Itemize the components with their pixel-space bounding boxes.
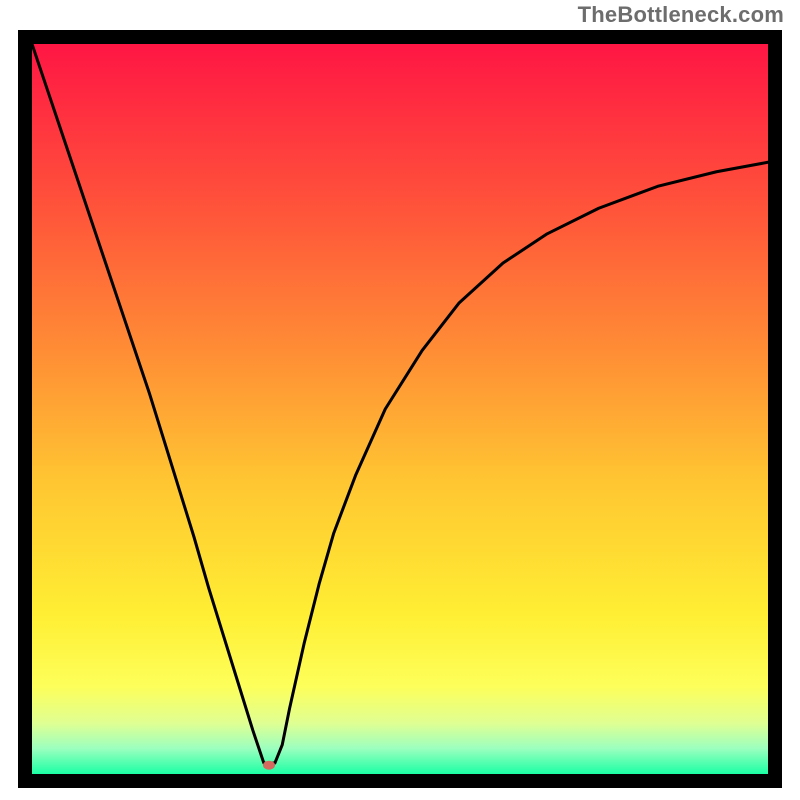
plot-inner <box>32 44 768 774</box>
plot-area <box>18 30 782 788</box>
optimal-point-marker <box>263 761 275 770</box>
watermark-text: TheBottleneck.com <box>578 2 784 28</box>
chart-svg <box>32 44 768 774</box>
chart-wrap: TheBottleneck.com <box>0 0 800 800</box>
gradient-background <box>32 44 768 774</box>
